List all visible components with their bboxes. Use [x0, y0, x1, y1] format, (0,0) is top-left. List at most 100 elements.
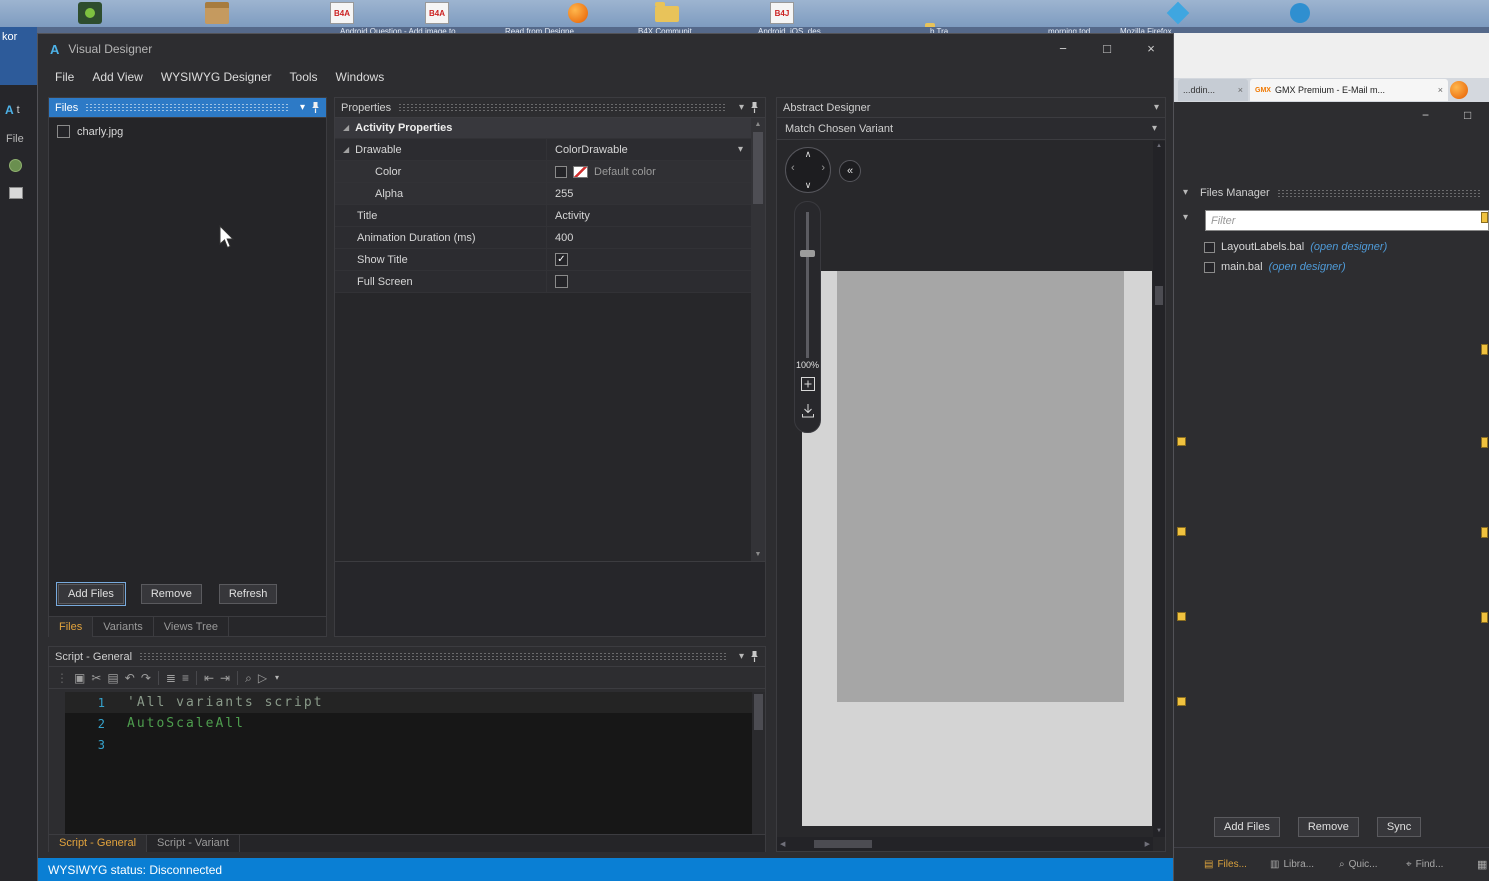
tab-variants[interactable]: Variants [93, 617, 154, 637]
browser-tab-active[interactable]: GMX GMX Premium - E-Mail m... × [1250, 79, 1448, 101]
properties-panel-header[interactable]: Properties ▾ [335, 98, 765, 118]
taskbar-icon-blue-app[interactable] [1290, 3, 1310, 23]
maximize-button[interactable]: □ [1085, 34, 1129, 64]
scroll-down-icon[interactable]: ▼ [751, 548, 765, 561]
panel-dropdown-icon-2[interactable]: ▾ [1183, 213, 1188, 223]
property-row-animation-duration[interactable]: Animation Duration (ms) 400 [335, 227, 751, 249]
files-manager-header[interactable]: Files Manager [1200, 183, 1489, 203]
toolbar-overflow-icon[interactable]: ▾ [275, 674, 279, 682]
code-editor[interactable]: 1 'All variants script 2 AutoScaleAll 3 [65, 692, 752, 834]
pan-left-icon[interactable]: ‹ [791, 163, 795, 174]
code-line[interactable]: 2 AutoScaleAll [65, 713, 752, 734]
title-bar[interactable]: A Visual Designer − □ × [38, 34, 1173, 64]
scrollbar-thumb[interactable] [754, 694, 763, 730]
tab-close-icon[interactable]: × [1438, 85, 1443, 95]
refresh-button[interactable]: Refresh [219, 584, 278, 604]
status-tab-quick-search[interactable]: ⌕ Quic... [1339, 859, 1378, 870]
paste-icon[interactable]: ▤ [104, 672, 121, 684]
minimize-button[interactable]: − [1041, 34, 1085, 64]
expander-icon[interactable]: ◢ [343, 146, 349, 154]
script-scrollbar[interactable] [752, 692, 765, 834]
add-files-button[interactable]: Add Files [58, 584, 124, 604]
tab-files[interactable]: Files [49, 617, 93, 637]
activity-preview[interactable] [837, 271, 1124, 702]
layout-file-checkbox[interactable] [1204, 262, 1215, 273]
zoom-fit-button[interactable] [800, 376, 816, 392]
redo-icon[interactable]: ↷ [138, 672, 154, 684]
tab-views-tree[interactable]: Views Tree [154, 617, 229, 637]
tab-script-variant[interactable]: Script - Variant [147, 835, 240, 852]
property-value-cell[interactable]: Activity [547, 205, 751, 226]
pin-icon[interactable] [750, 101, 759, 114]
taskbar-icon-b4a[interactable]: B4A [330, 2, 354, 24]
panel-dropdown-icon[interactable]: ▾ [1183, 188, 1188, 198]
find-icon[interactable]: ⌕ [242, 672, 255, 684]
menu-file[interactable]: File [46, 70, 83, 84]
property-row-show-title[interactable]: Show Title ✓ [335, 249, 751, 271]
scroll-down-icon[interactable]: ▼ [1153, 826, 1165, 837]
collapse-button[interactable]: « [839, 160, 861, 182]
property-row-full-screen[interactable]: Full Screen [335, 271, 751, 293]
remove-button[interactable]: Remove [141, 584, 202, 604]
scrollbar-thumb[interactable] [753, 132, 763, 204]
file-checkbox[interactable] [57, 125, 70, 138]
comment-icon[interactable]: ≣ [163, 672, 179, 684]
zoom-thumb[interactable] [800, 250, 815, 257]
variant-selector[interactable]: Match Chosen Variant ▾ [777, 118, 1165, 140]
code-line[interactable]: 3 [65, 734, 752, 755]
property-value-cell[interactable]: ✓ [547, 249, 751, 270]
taskbar-icon-android[interactable] [78, 2, 102, 24]
script-panel-header[interactable]: Script - General ▾ [49, 647, 765, 667]
taskbar-icon-b4a-2[interactable]: B4A [425, 2, 449, 24]
layout-file-item[interactable]: main.bal (open designer) [1204, 261, 1346, 273]
outdent-icon[interactable]: ⇤ [201, 672, 217, 684]
menu-wysiwyg-designer[interactable]: WYSIWYG Designer [152, 70, 281, 84]
menu-tools[interactable]: Tools [281, 70, 327, 84]
property-value-cell[interactable]: 255 [547, 183, 751, 204]
import-layout-button[interactable] [800, 403, 816, 419]
indent-icon[interactable]: ⇥ [217, 672, 233, 684]
uncomment-icon[interactable]: ≡ [179, 672, 192, 684]
menu-windows[interactable]: Windows [327, 70, 394, 84]
open-designer-link[interactable]: (open designer) [1310, 241, 1387, 253]
open-designer-link[interactable]: (open designer) [1269, 261, 1346, 273]
fm-remove-button[interactable]: Remove [1298, 817, 1359, 837]
property-row-title[interactable]: Title Activity [335, 205, 751, 227]
layout-file-checkbox[interactable] [1204, 242, 1215, 253]
menu-add-view[interactable]: Add View [83, 70, 151, 84]
scrollbar-thumb[interactable] [1155, 286, 1163, 305]
taskbar-icon-b4j[interactable]: B4J [770, 2, 794, 24]
code-line[interactable]: 1 'All variants script [65, 692, 752, 713]
pan-right-icon[interactable]: › [821, 163, 825, 174]
copy-icon[interactable]: ▣ [71, 672, 88, 684]
taskbar-icon-folder[interactable] [655, 6, 679, 22]
property-row-drawable[interactable]: ◢ Drawable ColorDrawable ▾ [335, 139, 751, 161]
file-item[interactable]: charly.jpg [57, 125, 123, 138]
taskbar-icon-package[interactable] [205, 2, 229, 24]
properties-scrollbar[interactable]: ▲ ▼ [751, 118, 765, 561]
filter-input[interactable] [1205, 210, 1489, 231]
dropdown-icon[interactable]: ▾ [739, 652, 744, 662]
dropdown-icon[interactable]: ▾ [1154, 103, 1159, 113]
designer-hscrollbar[interactable]: ◀ ▶ [777, 837, 1153, 851]
dropdown-icon[interactable]: ▾ [739, 103, 744, 113]
color-swatch[interactable] [573, 166, 588, 178]
designer-vscrollbar[interactable]: ▲ ▼ [1153, 141, 1165, 837]
scroll-left-icon[interactable]: ◀ [777, 840, 785, 848]
files-panel-header[interactable]: Files ▾ [49, 98, 326, 118]
ide-maximize-button[interactable]: □ [1464, 108, 1471, 122]
pin-icon[interactable] [750, 650, 759, 663]
fm-add-files-button[interactable]: Add Files [1214, 817, 1280, 837]
show-title-checkbox-checked[interactable]: ✓ [555, 253, 568, 266]
close-button[interactable]: × [1129, 34, 1173, 64]
pan-down-icon[interactable]: ∨ [786, 181, 830, 190]
full-screen-checkbox[interactable] [555, 275, 568, 288]
scroll-up-icon[interactable]: ▲ [751, 118, 765, 131]
zoom-track[interactable] [806, 212, 809, 358]
property-value-cell[interactable]: 400 [547, 227, 751, 248]
pan-control[interactable]: ∧ ∨ ‹ › [785, 147, 831, 193]
dropdown-icon[interactable]: ▾ [738, 145, 743, 155]
left-menu-file[interactable]: File [6, 133, 24, 145]
property-row-color[interactable]: Color Default color [335, 161, 751, 183]
status-tab-files[interactable]: ▤ Files... [1204, 859, 1247, 870]
